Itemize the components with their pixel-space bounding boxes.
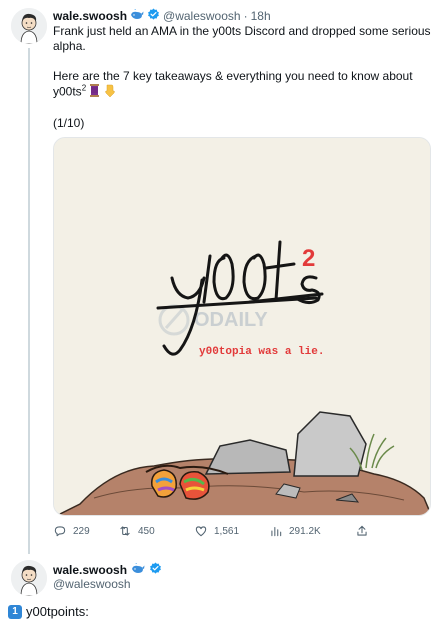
views-icon [271, 526, 282, 537]
verified-badge-icon [149, 562, 162, 578]
whale-emoji-icon [131, 562, 145, 578]
y00ts-artwork: ODAILY 2 y00topia was a lie. [54, 138, 430, 515]
whale-emoji-icon [130, 8, 144, 25]
tweet[interactable]: wale.swoosh @waleswoosh · 18h Frank just… [0, 0, 439, 554]
handle[interactable]: @waleswoosh [53, 577, 131, 591]
retweet-count: 450 [138, 525, 155, 537]
artwork-tagline: y00topia was a lie. [199, 346, 324, 358]
like-icon [195, 526, 207, 537]
thread-counter: (1/10) [53, 116, 85, 130]
reply-icon [54, 526, 66, 537]
tweet-text-line: Here are the 7 key takeaways & everythin… [53, 69, 433, 101]
tweet-header: wale.swoosh @waleswoosh · 18h [53, 8, 271, 25]
avatar-illustration [11, 8, 47, 44]
handle[interactable]: @waleswoosh [163, 9, 241, 24]
display-name[interactable]: wale.swoosh [53, 9, 127, 24]
display-name[interactable]: wale.swoosh [53, 563, 127, 577]
keycap-one-emoji-icon: 1 [8, 604, 22, 619]
tweet-text-line: Frank just held an AMA in the y00ts Disc… [53, 24, 431, 53]
avatar[interactable] [11, 8, 47, 44]
thread-emoji-icon [89, 84, 100, 101]
views-button[interactable]: 291.2K [269, 524, 321, 538]
views-count: 291.2K [289, 525, 321, 537]
avatar-illustration [11, 560, 47, 596]
reply-count: 229 [73, 525, 90, 537]
separator-dot: · [243, 9, 248, 23]
tweet-text: Frank just held an AMA in the y00ts Disc… [53, 24, 433, 131]
tweet-text-line: y00tpoints: [26, 604, 89, 619]
tweet-actions: 229 450 1,561 291.2K [53, 524, 383, 542]
like-button[interactable]: 1,561 [194, 524, 239, 538]
logo-superscript: 2 [302, 245, 315, 272]
share-icon [357, 525, 367, 536]
watermark-text: ODAILY [194, 309, 268, 331]
tweet-header: wale.swoosh [53, 562, 162, 578]
timestamp[interactable]: 18h [251, 9, 271, 24]
share-button[interactable] [355, 524, 369, 538]
like-count: 1,561 [214, 525, 240, 537]
tweet-media-image[interactable]: ODAILY 2 y00topia was a lie. [53, 137, 431, 516]
retweet-icon [120, 526, 130, 536]
verified-badge-icon [147, 8, 160, 25]
tweet-text: 1 y00tpoints: [8, 604, 89, 619]
pointing-down-emoji-icon [104, 84, 115, 101]
thread-connector-line [28, 48, 30, 554]
avatar[interactable] [11, 560, 47, 596]
superscript: 2 [81, 83, 87, 93]
tweet[interactable]: wale.swoosh @waleswoosh 1 y00tpoints: [0, 554, 439, 631]
retweet-button[interactable]: 450 [118, 524, 155, 538]
reply-button[interactable]: 229 [53, 524, 90, 538]
